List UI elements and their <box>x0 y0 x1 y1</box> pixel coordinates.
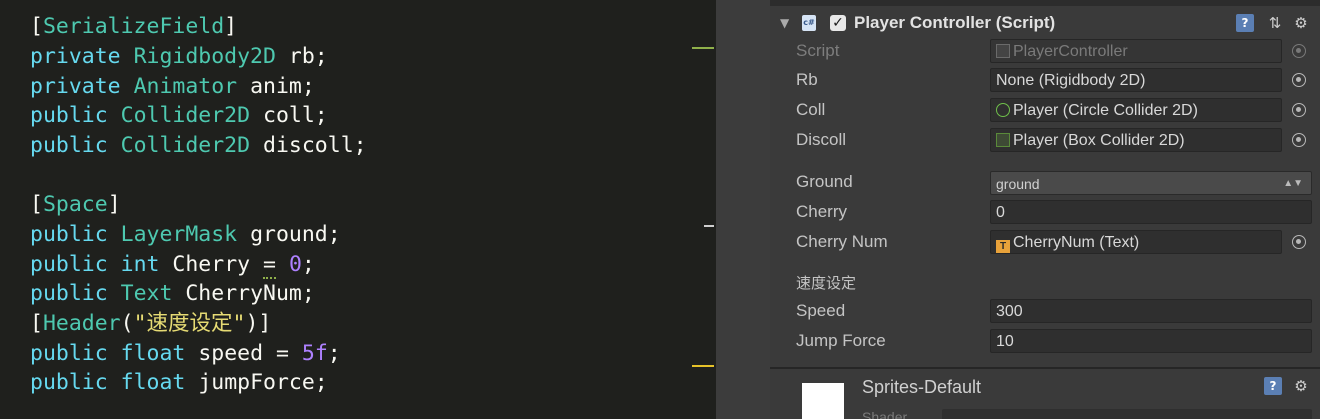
box-collider-icon <box>996 133 1010 147</box>
field-label-ground: Ground <box>796 172 853 191</box>
field-label-rb: Rb <box>796 70 818 89</box>
component-header[interactable]: ▼ c# ✓ Player Controller (Script) ? ⇅ ⚙ <box>770 6 1320 40</box>
code-line: [SerializeField] <box>30 14 238 39</box>
dropdown-arrows-icon: ▲▼ <box>1283 178 1303 189</box>
shader-dropdown[interactable] <box>942 409 1312 419</box>
discoll-field[interactable]: Player (Box Collider 2D) <box>990 128 1282 152</box>
panel-divider[interactable] <box>716 0 770 419</box>
csharp-script-icon: c# <box>802 15 816 31</box>
field-label-cherry-num: Cherry Num <box>796 232 888 251</box>
circle-collider-icon <box>996 103 1010 117</box>
field-label-coll: Coll <box>796 100 826 119</box>
help-icon[interactable]: ? <box>1264 377 1282 395</box>
code-line: private Animator anim; <box>30 74 315 99</box>
object-picker-icon[interactable] <box>1292 133 1306 147</box>
component-title: Player Controller (Script) <box>854 13 1056 32</box>
code-line: public Collider2D coll; <box>30 103 328 128</box>
code-editor[interactable]: [SerializeField] private Rigidbody2D rb;… <box>0 0 716 419</box>
material-title: Sprites-Default <box>862 377 982 397</box>
code-line: public float jumpForce; <box>30 370 328 395</box>
section-header: 速度设定 <box>796 275 857 292</box>
material-preview <box>802 383 844 419</box>
object-picker-icon <box>1292 44 1306 58</box>
field-label-discoll: Discoll <box>796 130 847 149</box>
speed-input[interactable]: 300 <box>990 299 1312 323</box>
field-label-jump-force: Jump Force <box>796 331 886 350</box>
shader-label: Shader <box>862 409 908 419</box>
code-line: [Space] <box>30 192 121 217</box>
code-line: public Text CherryNum; <box>30 281 315 306</box>
code-line: public float speed = 5f; <box>30 341 341 366</box>
help-icon[interactable]: ? <box>1236 14 1254 32</box>
code-line: public int Cherry = 0; <box>30 252 315 279</box>
script-asset-icon <box>996 44 1010 58</box>
fold-triangle-icon[interactable]: ▼ <box>780 16 789 30</box>
component-enabled-checkbox[interactable]: ✓ <box>830 15 846 31</box>
code-line: public LayerMask ground; <box>30 222 341 247</box>
change-marker <box>692 365 714 367</box>
object-picker-icon[interactable] <box>1292 103 1306 117</box>
field-label-speed: Speed <box>796 301 846 320</box>
object-picker-icon[interactable] <box>1292 235 1306 249</box>
coll-field[interactable]: Player (Circle Collider 2D) <box>990 98 1282 122</box>
change-marker <box>692 47 714 49</box>
gear-icon[interactable]: ⚙ <box>1292 377 1310 395</box>
inspector-panel[interactable]: ▼ c# ✓ Player Controller (Script) ? ⇅ ⚙ … <box>770 0 1320 419</box>
gear-icon[interactable]: ⚙ <box>1292 14 1310 32</box>
object-picker-icon[interactable] <box>1292 73 1306 87</box>
material-header[interactable]: Sprites-Default ? ⚙ Shader <box>770 369 1320 419</box>
preset-icon[interactable]: ⇅ <box>1266 14 1284 32</box>
change-marker <box>704 225 714 227</box>
cherry-input[interactable]: 0 <box>990 200 1312 224</box>
code-line: public Collider2D discoll; <box>30 133 367 158</box>
cherry-num-field[interactable]: T CherryNum (Text) <box>990 230 1282 254</box>
rb-field[interactable]: None (Rigidbody 2D) <box>990 68 1282 92</box>
jump-force-input[interactable]: 10 <box>990 329 1312 353</box>
code-line: private Rigidbody2D rb; <box>30 44 328 69</box>
field-label-cherry: Cherry <box>796 202 848 221</box>
field-label-script: Script <box>796 41 840 60</box>
ground-layermask-dropdown[interactable]: ground ▲▼ <box>990 171 1312 195</box>
text-component-icon: T <box>996 240 1010 253</box>
script-field: PlayerController <box>990 39 1282 63</box>
code-line: [Header("速度设定")] <box>30 311 272 336</box>
